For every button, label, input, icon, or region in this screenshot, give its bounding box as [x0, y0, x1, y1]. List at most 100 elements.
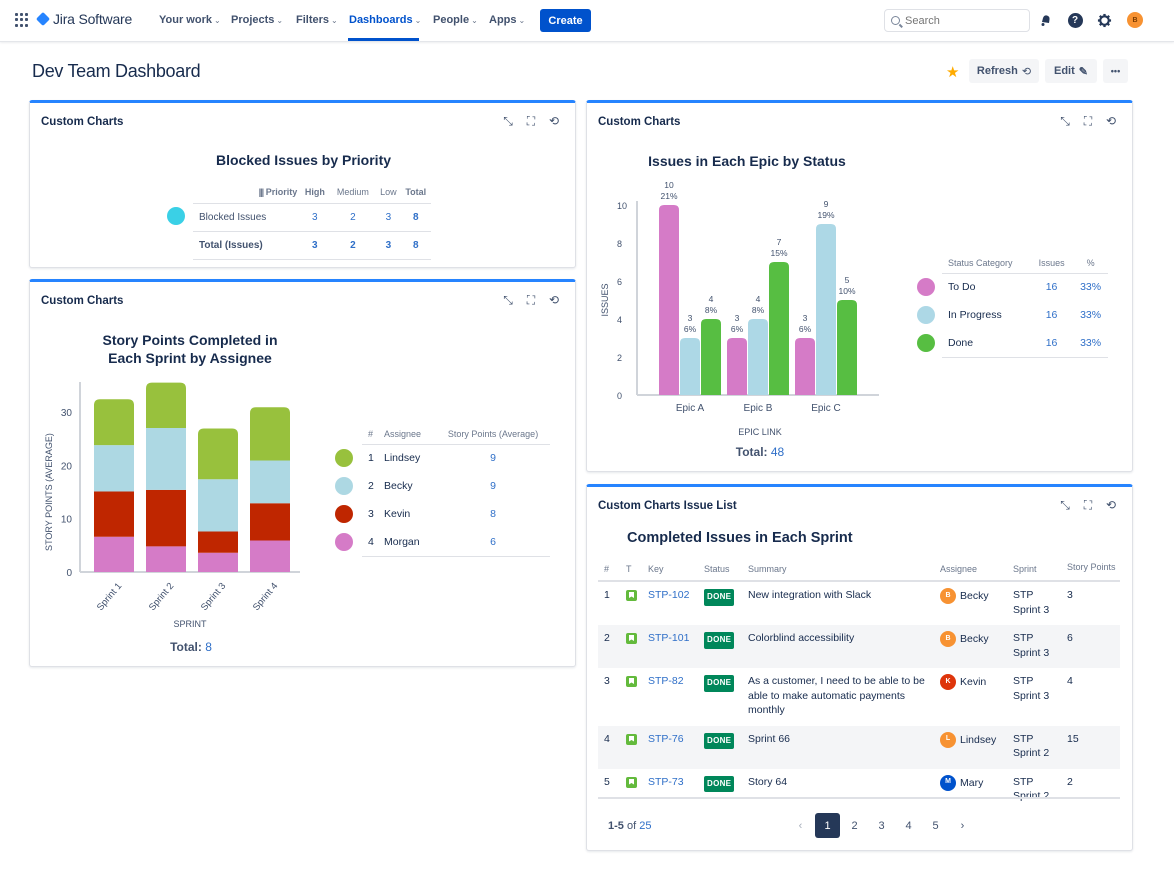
col-assignee[interactable]: Assignee: [934, 560, 1007, 582]
bar-segment-morgan-sprint-4[interactable]: [250, 540, 290, 572]
count-link[interactable]: 3: [376, 231, 400, 259]
bar-segment-kevin-sprint-1[interactable]: [94, 491, 134, 537]
bar-to-do-epic-b[interactable]: [727, 338, 747, 395]
minimize-icon[interactable]: ⤡: [501, 114, 515, 128]
issue-key-link[interactable]: STP-102: [642, 581, 698, 625]
app-switcher-icon[interactable]: [15, 13, 29, 27]
maximize-icon[interactable]: ⛶: [1081, 114, 1095, 128]
percent-link[interactable]: 33%: [1073, 301, 1108, 329]
total-link[interactable]: 48: [771, 445, 784, 459]
refresh-icon[interactable]: ⟲: [1104, 114, 1118, 128]
table-row[interactable]: 3 STP-82 DONE As a customer, I need to b…: [598, 668, 1120, 726]
table-row[interactable]: 1 STP-102 DONE New integration with Slac…: [598, 581, 1120, 625]
value-link[interactable]: 6: [436, 528, 550, 556]
total-link[interactable]: 8: [205, 640, 212, 654]
settings-gear-icon[interactable]: [1096, 12, 1112, 28]
bar-segment-morgan-sprint-3[interactable]: [198, 552, 238, 572]
bar-segment-becky-sprint-4[interactable]: [250, 460, 290, 504]
bar-segment-kevin-sprint-2[interactable]: [146, 489, 186, 547]
minimize-icon[interactable]: ⤡: [1058, 114, 1072, 128]
count-link[interactable]: 3: [376, 203, 400, 231]
count-link[interactable]: 3: [300, 231, 329, 259]
bar-in-progress-epic-b[interactable]: [748, 319, 768, 395]
page-3-button[interactable]: 3: [869, 813, 894, 838]
bar-segment-kevin-sprint-3[interactable]: [198, 531, 238, 553]
bar-segment-becky-sprint-1[interactable]: [94, 445, 134, 492]
bar-to-do-epic-c[interactable]: [795, 338, 815, 395]
refresh-icon[interactable]: ⟲: [547, 114, 561, 128]
col-key[interactable]: Key: [642, 560, 698, 582]
minimize-icon[interactable]: ⤡: [1058, 498, 1072, 512]
bar-segment-morgan-sprint-2[interactable]: [146, 546, 186, 572]
bar-segment-becky-sprint-2[interactable]: [146, 428, 186, 490]
bar-segment-lindsey-sprint-3[interactable]: [198, 428, 238, 480]
count-link[interactable]: 8: [400, 231, 431, 259]
search-input[interactable]: [905, 14, 1015, 27]
refresh-button[interactable]: Refresh ⟲: [969, 59, 1039, 83]
next-page-icon[interactable]: ›: [950, 813, 975, 838]
notifications-bell-icon[interactable]: [1038, 12, 1054, 28]
col-type[interactable]: T: [620, 560, 642, 582]
count-link[interactable]: 8: [400, 203, 431, 231]
search-box[interactable]: [884, 9, 1030, 32]
bar-segment-lindsey-sprint-4[interactable]: [250, 407, 290, 461]
issues-link[interactable]: 16: [1030, 273, 1073, 301]
prev-page-icon[interactable]: ‹: [788, 813, 813, 838]
count-link[interactable]: 3: [300, 203, 329, 231]
bar-in-progress-epic-a[interactable]: [680, 338, 700, 395]
issues-link[interactable]: 16: [1030, 301, 1073, 329]
bar-segment-lindsey-sprint-2[interactable]: [146, 382, 186, 428]
page-1-button[interactable]: 1: [815, 813, 840, 838]
user-avatar[interactable]: B: [1127, 12, 1143, 28]
page-5-button[interactable]: 5: [923, 813, 948, 838]
bar-segment-morgan-sprint-1[interactable]: [94, 536, 134, 572]
page-4-button[interactable]: 4: [896, 813, 921, 838]
nav-your-work[interactable]: Your work ⌄: [159, 14, 221, 26]
nav-people[interactable]: People ⌄: [433, 14, 478, 26]
bar-done-epic-b[interactable]: [769, 262, 789, 395]
table-row[interactable]: 5 STP-73 DONE Story 64 M Mary STP Sprint …: [598, 769, 1120, 812]
percent-link[interactable]: 33%: [1073, 329, 1108, 357]
nav-dashboards[interactable]: Dashboards ⌄: [349, 14, 421, 26]
create-button[interactable]: Create: [540, 9, 591, 32]
refresh-icon[interactable]: ⟲: [1104, 498, 1118, 512]
bar-segment-becky-sprint-3[interactable]: [198, 479, 238, 532]
issue-key-link[interactable]: STP-76: [642, 725, 698, 769]
maximize-icon[interactable]: ⛶: [1081, 498, 1095, 512]
col-sprint[interactable]: Sprint: [1007, 560, 1061, 582]
value-link[interactable]: 8: [436, 500, 550, 528]
table-row[interactable]: 2 STP-101 DONE Colorblind accessibility …: [598, 625, 1120, 668]
edit-button[interactable]: Edit ✎: [1045, 59, 1097, 83]
help-icon[interactable]: ?: [1067, 12, 1083, 28]
more-actions-button[interactable]: •••: [1103, 59, 1128, 83]
value-link[interactable]: 9: [436, 444, 550, 472]
col-summary[interactable]: Summary: [742, 560, 934, 582]
col-status[interactable]: Status: [698, 560, 742, 582]
star-favorite-icon[interactable]: ★: [946, 63, 959, 81]
value-link[interactable]: 9: [436, 472, 550, 500]
nav-filters[interactable]: Filters ⌄: [296, 14, 338, 26]
maximize-icon[interactable]: ⛶: [524, 293, 538, 307]
count-link[interactable]: 2: [329, 231, 376, 259]
bar-segment-kevin-sprint-4[interactable]: [250, 503, 290, 541]
nav-apps[interactable]: Apps ⌄: [489, 14, 525, 26]
total-count-link[interactable]: 25: [639, 820, 651, 832]
col-story-points[interactable]: Story Points: [1061, 560, 1120, 582]
issue-key-link[interactable]: STP-82: [642, 668, 698, 726]
bar-segment-lindsey-sprint-1[interactable]: [94, 399, 134, 446]
bar-to-do-epic-a[interactable]: [659, 205, 679, 395]
maximize-icon[interactable]: ⛶: [524, 114, 538, 128]
count-link[interactable]: 2: [329, 203, 376, 231]
table-row[interactable]: 4 STP-76 DONE Sprint 66 L Lindsey STP Spr…: [598, 725, 1120, 769]
refresh-icon[interactable]: ⟲: [547, 293, 561, 307]
bar-done-epic-c[interactable]: [837, 300, 857, 395]
page-2-button[interactable]: 2: [842, 813, 867, 838]
bar-in-progress-epic-c[interactable]: [816, 224, 836, 395]
minimize-icon[interactable]: ⤡: [501, 293, 515, 307]
issues-link[interactable]: 16: [1030, 329, 1073, 357]
percent-link[interactable]: 33%: [1073, 273, 1108, 301]
issue-key-link[interactable]: STP-73: [642, 769, 698, 812]
bar-done-epic-a[interactable]: [701, 319, 721, 395]
jira-logo[interactable]: Jira Software: [35, 11, 132, 27]
issue-key-link[interactable]: STP-101: [642, 625, 698, 668]
